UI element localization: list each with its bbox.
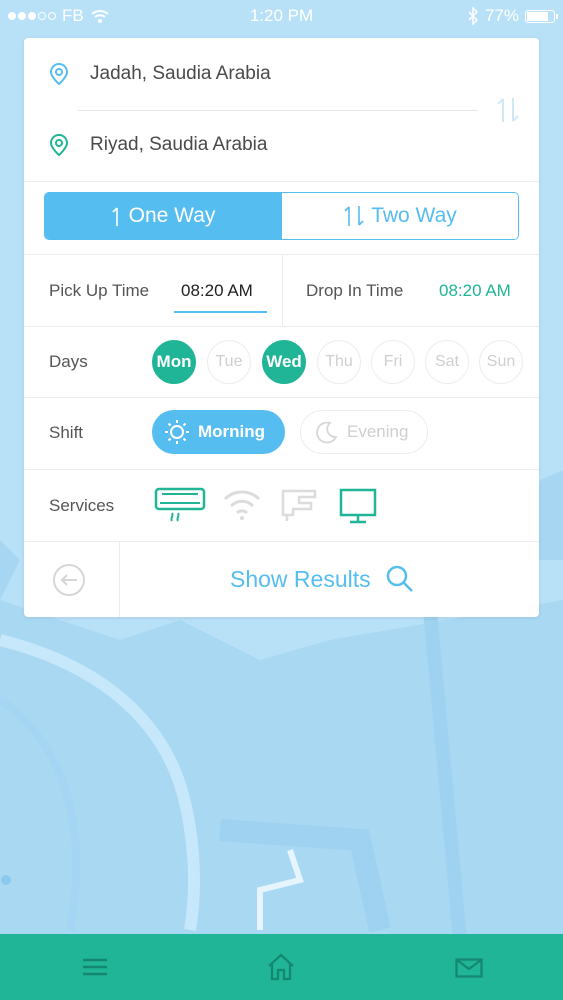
pickup-time-label: Pick Up Time bbox=[49, 281, 150, 300]
bottom-nav bbox=[0, 934, 563, 1000]
show-results-label: Show Results bbox=[230, 565, 371, 592]
morning-label: Morning bbox=[198, 422, 266, 441]
air-conditioner-icon[interactable] bbox=[154, 487, 206, 530]
section-divider bbox=[24, 326, 539, 327]
pickup-time-value[interactable]: 08:20 AM bbox=[181, 281, 253, 301]
shift-label: Shift bbox=[49, 423, 84, 442]
two-way-tab[interactable]: Two Way bbox=[281, 193, 518, 239]
day-sun[interactable]: Sun bbox=[479, 340, 523, 384]
swap-arrows-icon bbox=[344, 206, 364, 226]
show-results-button[interactable]: Show Results bbox=[230, 564, 415, 594]
status-bar: FB 1:20 PM 77% bbox=[0, 0, 563, 32]
day-tue[interactable]: Tue bbox=[207, 340, 251, 384]
one-way-tab[interactable]: One Way bbox=[45, 193, 281, 239]
back-button[interactable] bbox=[52, 563, 86, 602]
search-icon bbox=[386, 565, 413, 592]
swap-icon bbox=[497, 98, 519, 122]
origin-text: Jadah, Saudia Arabia bbox=[90, 63, 271, 84]
section-divider bbox=[24, 541, 539, 542]
moon-icon bbox=[316, 421, 338, 444]
section-divider bbox=[24, 181, 539, 182]
services-label: Services bbox=[49, 496, 115, 515]
location-pin-icon bbox=[49, 62, 69, 86]
evening-label: Evening bbox=[347, 422, 409, 441]
drop-time-value[interactable]: 08:20 AM bbox=[439, 281, 511, 301]
day-sat[interactable]: Sat bbox=[425, 340, 469, 384]
shift-evening[interactable]: Evening bbox=[300, 410, 428, 454]
two-way-label: Two Way bbox=[371, 204, 457, 227]
search-card: Jadah, Saudia Arabia Riyad, Saudia Arabi… bbox=[24, 38, 539, 617]
one-way-label: One Way bbox=[128, 204, 216, 227]
menu-icon[interactable] bbox=[82, 957, 108, 982]
drop-time-label: Drop In Time bbox=[306, 281, 404, 300]
battery-percent: 77% bbox=[484, 6, 519, 25]
destination-text: Riyad, Saudia Arabia bbox=[90, 134, 268, 155]
location-divider bbox=[78, 110, 478, 111]
wifi-icon[interactable] bbox=[222, 487, 262, 526]
pickup-time-underline bbox=[174, 311, 267, 313]
origin-field[interactable]: Jadah, Saudia Arabia bbox=[48, 62, 271, 86]
day-wed[interactable]: Wed bbox=[262, 340, 306, 384]
home-icon[interactable] bbox=[266, 952, 296, 987]
battery-icon bbox=[525, 9, 558, 23]
destination-field[interactable]: Riyad, Saudia Arabia bbox=[48, 133, 267, 157]
back-arrow-icon bbox=[53, 564, 85, 596]
arrow-up-icon bbox=[112, 207, 118, 226]
footer-divider bbox=[119, 542, 120, 617]
shift-morning[interactable]: Morning bbox=[152, 410, 285, 454]
seat-icon[interactable] bbox=[279, 487, 319, 528]
day-fri[interactable]: Fri bbox=[371, 340, 415, 384]
mail-icon[interactable] bbox=[455, 958, 483, 983]
swap-locations-button[interactable] bbox=[495, 96, 521, 129]
day-thu[interactable]: Thu bbox=[317, 340, 361, 384]
location-pin-icon bbox=[49, 133, 69, 157]
tv-icon[interactable] bbox=[338, 487, 378, 530]
time-divider bbox=[282, 254, 283, 326]
battery-area: 77% bbox=[467, 6, 558, 26]
bluetooth-icon bbox=[468, 7, 479, 25]
trip-type-toggle: One Way Two Way bbox=[44, 192, 519, 240]
sun-icon bbox=[165, 420, 189, 444]
day-mon[interactable]: Mon bbox=[152, 340, 196, 384]
section-divider bbox=[24, 397, 539, 398]
section-divider bbox=[24, 469, 539, 470]
days-label: Days bbox=[49, 352, 88, 371]
